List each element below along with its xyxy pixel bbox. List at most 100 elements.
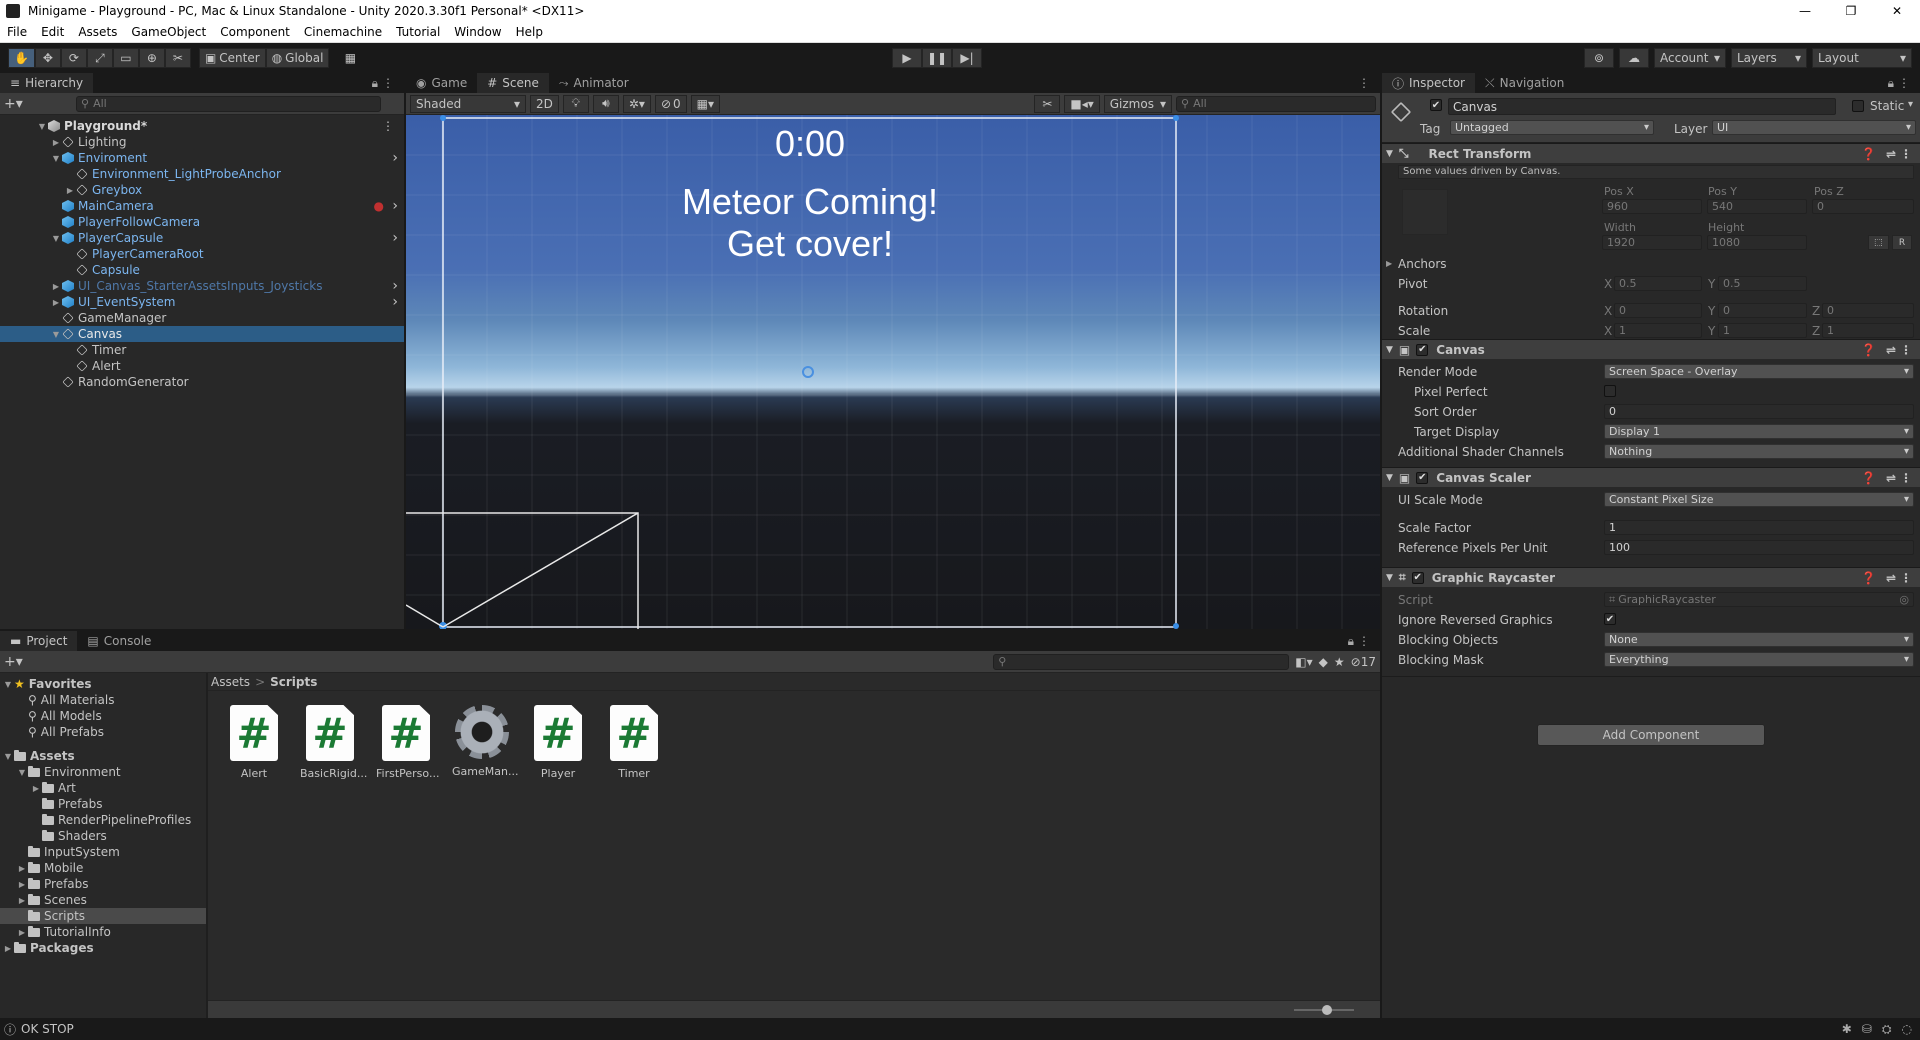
expand-right-icon[interactable]: ▶ (50, 138, 62, 147)
tools-icon[interactable]: ✂ (1034, 94, 1061, 113)
layer-dropdown[interactable]: UI (1712, 120, 1916, 135)
ui-scale-mode-dropdown[interactable]: Constant Pixel Size (1604, 492, 1914, 507)
hierarchy-item[interactable]: ▼ Canvas (0, 326, 404, 342)
project-tree-item[interactable]: ▼ Environment (0, 764, 206, 780)
expand-down-icon[interactable]: ▼ (2, 752, 14, 761)
hierarchy-item[interactable]: MainCamera ● › (0, 198, 404, 214)
progress-icon[interactable]: ⛭ (1882, 1022, 1892, 1037)
canvas-corner-handle[interactable] (1173, 623, 1179, 629)
filter-type-icon[interactable]: ◧▾ (1295, 655, 1312, 669)
expand-right-icon[interactable]: ▶ (30, 784, 42, 793)
project-tree-item[interactable]: Shaders (0, 828, 206, 844)
debug-icon[interactable]: ✱ (1842, 1022, 1852, 1037)
expand-down-icon[interactable]: ▼ (16, 768, 28, 777)
project-tree-item[interactable]: ⚲ All Materials (0, 692, 206, 708)
preset-icon[interactable]: ⇌ (1886, 471, 1896, 485)
cloud-icon[interactable]: ☁ (1619, 48, 1649, 68)
pivot-global-toggle[interactable]: ◍ Global (265, 48, 330, 68)
shading-mode-dropdown[interactable]: Shaded ▾ (410, 94, 526, 113)
panel-menu-icon[interactable]: ⋮ (382, 76, 394, 90)
lock-icon[interactable]: 🔒︎ (372, 76, 378, 91)
expand-down-icon[interactable]: ▼ (50, 234, 62, 243)
toggle-2d-button[interactable]: 2D (530, 94, 559, 113)
hidden-objects-toggle[interactable]: ⊘ 0 (654, 94, 687, 113)
status-message[interactable]: OK STOP (21, 1022, 74, 1036)
tag-dropdown[interactable]: Untagged (1450, 120, 1654, 135)
asset-item[interactable]: # Timer (604, 705, 664, 780)
layout-dropdown[interactable]: Layout ▾ (1812, 48, 1912, 68)
pivot-center-toggle[interactable]: ▣ Center (198, 48, 266, 68)
hierarchy-item[interactable]: ▶ UI_EventSystem › (0, 294, 404, 310)
cache-icon[interactable]: ⛁ (1862, 1022, 1872, 1037)
add-component-button[interactable]: Add Component (1537, 724, 1765, 746)
shader-channels-dropdown[interactable]: Nothing (1604, 444, 1914, 459)
project-search-input[interactable]: ⚲ (993, 653, 1290, 670)
anchors-label[interactable]: Anchors (1398, 257, 1447, 271)
account-dropdown[interactable]: Account ▾ (1654, 48, 1726, 68)
lock-icon[interactable]: 🔒︎ (1348, 634, 1354, 649)
menu-gameobject[interactable]: GameObject (124, 25, 213, 39)
help-icon[interactable]: ❓ (1861, 343, 1876, 357)
posz-field[interactable]: 0 (1812, 199, 1914, 214)
gizmos-dropdown[interactable]: Gizmos ▾ (1103, 94, 1172, 113)
component-menu-icon[interactable]: ⋮ (1900, 343, 1912, 357)
rotation-y-field[interactable]: 0 (1718, 303, 1807, 318)
move-tool-icon[interactable]: ✥ (34, 48, 61, 68)
canvas-corner-handle[interactable] (1173, 115, 1179, 121)
hierarchy-item[interactable]: Timer (0, 342, 404, 358)
tab-hierarchy[interactable]: ≡ Hierarchy (0, 73, 94, 93)
project-tree-item[interactable]: ▶ Packages (0, 940, 206, 956)
prefab-open-arrow-icon[interactable]: › (392, 230, 398, 246)
graphic-raycaster-enabled-checkbox[interactable]: ✔ (1411, 571, 1424, 584)
asset-item[interactable]: # BasicRigid... (300, 705, 367, 780)
slider-thumb[interactable] (1322, 1005, 1332, 1015)
hierarchy-item[interactable]: PlayerCameraRoot (0, 246, 404, 262)
project-tree-item[interactable]: ▶ Prefabs (0, 876, 206, 892)
rect-transform-header[interactable]: ▼ ⤡ Rect Transform ❓ ⇌ ⋮ (1382, 143, 1920, 163)
canvas-pivot-handle[interactable] (802, 366, 814, 378)
breadcrumb-root[interactable]: Assets (211, 675, 250, 689)
expand-right-icon[interactable]: ▶ (64, 186, 76, 195)
tab-project[interactable]: ▬ Project (0, 631, 78, 651)
tab-scene[interactable]: # Scene (477, 73, 549, 93)
blueprint-mode-icon[interactable]: ⬚ (1868, 235, 1889, 250)
create-asset-button[interactable]: +▾ (4, 654, 26, 670)
blocking-mask-dropdown[interactable]: Everything (1604, 652, 1914, 667)
tab-game[interactable]: ◉ Game (406, 73, 478, 93)
anchor-preset-box[interactable] (1402, 189, 1448, 235)
menu-tutorial[interactable]: Tutorial (389, 25, 447, 39)
pivot-y-field[interactable]: 0.5 (1718, 276, 1807, 291)
component-menu-icon[interactable]: ⋮ (1900, 471, 1912, 485)
hierarchy-item[interactable]: ▼ PlayerCapsule › (0, 230, 404, 246)
project-tree-item[interactable]: ▶ Mobile (0, 860, 206, 876)
expand-right-icon[interactable]: ▶ (16, 896, 28, 905)
render-mode-dropdown[interactable]: Screen Space - Overlay (1604, 364, 1914, 379)
hierarchy-item[interactable]: ▶ Greybox (0, 182, 404, 198)
canvas-corner-handle[interactable] (440, 115, 446, 121)
audio-toggle-icon[interactable]: 🔊︎ (592, 94, 619, 113)
preset-icon[interactable]: ⇌ (1886, 343, 1896, 357)
prefab-open-arrow-icon[interactable]: › (392, 198, 398, 214)
prefab-open-arrow-icon[interactable]: › (392, 294, 398, 310)
component-menu-icon[interactable]: ⋮ (1900, 147, 1912, 161)
expand-down-icon[interactable]: ▼ (2, 680, 14, 689)
hierarchy-item[interactable]: RandomGenerator (0, 374, 404, 390)
expand-right-icon[interactable]: ▶ (50, 298, 62, 307)
hierarchy-item[interactable]: PlayerFollowCamera (0, 214, 404, 230)
scene-search-input[interactable]: ⚲ All (1176, 95, 1376, 112)
step-button[interactable]: ▶| (952, 48, 982, 68)
maximize-button[interactable]: ❐ (1828, 0, 1874, 22)
rect-tool-icon[interactable]: ▭ (112, 48, 139, 68)
pixel-perfect-checkbox[interactable] (1604, 385, 1616, 397)
close-button[interactable]: ✕ (1874, 0, 1920, 22)
preset-icon[interactable]: ⇌ (1886, 147, 1896, 161)
grid-snap-icon[interactable]: ▦ (337, 48, 363, 68)
pause-button[interactable]: ❚❚ (922, 48, 952, 68)
panel-menu-icon[interactable]: ⋮ (1898, 76, 1910, 90)
expand-right-icon[interactable]: ▶ (50, 282, 62, 291)
grid-toggle-icon[interactable]: ▦▾ (690, 94, 721, 113)
project-tree-item[interactable]: ⚲ All Models (0, 708, 206, 724)
chevron-down-icon[interactable]: ▾ (1908, 99, 1913, 110)
menu-assets[interactable]: Assets (71, 25, 124, 39)
hierarchy-item[interactable]: Alert (0, 358, 404, 374)
